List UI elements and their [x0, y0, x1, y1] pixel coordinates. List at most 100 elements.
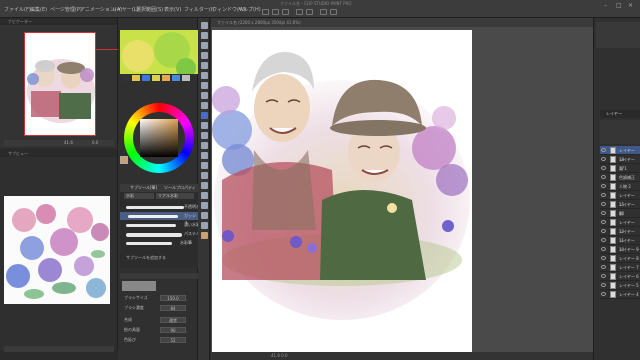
- menu-filter[interactable]: フィルター(I): [184, 6, 214, 13]
- text-tool-icon[interactable]: [201, 202, 208, 209]
- zoom-tool-icon[interactable]: [201, 22, 208, 29]
- color-swatch[interactable]: [172, 75, 180, 81]
- undo-icon[interactable]: [296, 9, 303, 15]
- auto-select-icon[interactable]: [201, 72, 208, 79]
- layer-row[interactable]: レイヤー 7: [600, 263, 640, 272]
- visibility-icon[interactable]: [601, 184, 606, 188]
- prop-brush-size[interactable]: ブラシサイズ 150.0: [120, 294, 198, 303]
- tab-subtool[interactable]: サブツール[筆]: [130, 184, 157, 192]
- brush-selected-row[interactable]: ガッシュ: [120, 212, 198, 224]
- pen-tool-icon[interactable]: [201, 92, 208, 99]
- visibility-icon[interactable]: [601, 283, 606, 287]
- menu-file[interactable]: ファイル(F): [4, 6, 31, 13]
- layer-move-icon[interactable]: [201, 52, 208, 59]
- save-icon[interactable]: [282, 9, 289, 15]
- visibility-icon[interactable]: [601, 247, 606, 251]
- visibility-icon[interactable]: [601, 166, 606, 170]
- prop-value[interactable]: 150.0: [160, 295, 186, 301]
- menu-page[interactable]: ページ管理(P): [50, 6, 82, 13]
- prop-value[interactable]: 52: [160, 337, 186, 343]
- move-tool-icon[interactable]: [201, 32, 208, 39]
- layer-row[interactable]: レイヤー 14: [600, 200, 640, 216]
- blend-tool-icon[interactable]: [201, 152, 208, 159]
- navigator-thumbnail[interactable]: [24, 32, 96, 136]
- layer-row[interactable]: レイヤー 9: [600, 245, 640, 254]
- canvas-tab[interactable]: ファイル名 (2200 x 2800px 350dpi 41.6%): [211, 18, 593, 27]
- brush-group-watercolor[interactable]: 水彩: [124, 193, 154, 199]
- visibility-icon[interactable]: [601, 238, 606, 242]
- layer-row[interactable]: レイヤー 10: [600, 236, 640, 252]
- balloon-icon[interactable]: [201, 212, 208, 219]
- visibility-icon[interactable]: [601, 220, 606, 224]
- prop-value[interactable]: 90: [160, 327, 186, 333]
- main-color-icon[interactable]: [201, 232, 208, 239]
- visibility-icon[interactable]: [601, 157, 606, 161]
- brush-tool-icon[interactable]: [201, 112, 208, 119]
- selection-tool-icon[interactable]: [201, 62, 208, 69]
- frame-tool-icon[interactable]: [201, 192, 208, 199]
- ruler-icon[interactable]: [201, 222, 208, 229]
- brush-preview[interactable]: [126, 242, 172, 245]
- main-color-chip[interactable]: [120, 156, 128, 164]
- decoration-icon[interactable]: [201, 132, 208, 139]
- color-swatch[interactable]: [152, 75, 160, 81]
- visibility-icon[interactable]: [601, 256, 606, 260]
- color-swatch[interactable]: [182, 75, 190, 81]
- minimize-icon[interactable]: –: [604, 2, 607, 9]
- add-subtool-button[interactable]: サブツールを追加する: [126, 254, 186, 261]
- operation-tool-icon[interactable]: [201, 42, 208, 49]
- layer-row[interactable]: 人物 2: [600, 182, 640, 191]
- pencil-tool-icon[interactable]: [201, 102, 208, 109]
- visibility-icon[interactable]: [601, 202, 606, 206]
- maximize-icon[interactable]: □: [616, 2, 622, 9]
- menu-view[interactable]: 表示(V): [164, 6, 181, 13]
- clear-icon[interactable]: [320, 9, 327, 15]
- visibility-icon[interactable]: [601, 265, 606, 269]
- layer-blend-controls[interactable]: [600, 120, 640, 144]
- visibility-icon[interactable]: [601, 274, 606, 278]
- color-swatch[interactable]: [122, 75, 130, 81]
- layer-row[interactable]: レイヤー 17: [600, 155, 640, 171]
- layer-row[interactable]: レイヤー 8: [600, 254, 640, 263]
- prop-color-stretch[interactable]: 色延び 52: [120, 336, 198, 345]
- redo-icon[interactable]: [306, 9, 313, 15]
- layer-row[interactable]: レイヤー 18: [600, 146, 640, 162]
- menu-help[interactable]: ヘルプ(H): [238, 6, 261, 13]
- brush-group-real-watercolor[interactable]: リアル水彩: [156, 193, 194, 199]
- prop-paint-amount[interactable]: 絵の具量 90: [120, 326, 198, 335]
- menu-edit[interactable]: 編集(E): [30, 6, 47, 13]
- eyedropper-icon[interactable]: [201, 82, 208, 89]
- layer-panel-header[interactable]: レイヤー: [600, 110, 640, 118]
- color-swatch[interactable]: [142, 75, 150, 81]
- layer-row[interactable]: レイヤー 4: [600, 290, 640, 299]
- visibility-icon[interactable]: [601, 148, 606, 152]
- new-file-icon[interactable]: [262, 9, 269, 15]
- layer-row[interactable]: レイヤー 11: [600, 227, 640, 243]
- navigator-tab[interactable]: ナビゲーター: [0, 18, 117, 25]
- visibility-icon[interactable]: [601, 292, 606, 296]
- brush-preview[interactable]: [126, 224, 176, 227]
- navigator-zoom-slider[interactable]: 41.6 0.0: [4, 140, 114, 146]
- subview-reference-image[interactable]: [4, 196, 110, 304]
- open-file-icon[interactable]: [272, 9, 279, 15]
- close-icon[interactable]: ×: [628, 2, 633, 9]
- layer-row[interactable]: 紙: [600, 209, 640, 218]
- color-swatch[interactable]: [162, 75, 170, 81]
- layer-row[interactable]: レイヤー 6: [600, 272, 640, 281]
- layer-row[interactable]: レイヤー 5: [600, 281, 640, 290]
- prop-value[interactable]: 84: [160, 305, 186, 311]
- menu-select[interactable]: 選択範囲(S): [136, 6, 163, 13]
- visibility-icon[interactable]: [601, 211, 606, 215]
- color-swatch[interactable]: [132, 75, 140, 81]
- layer-row[interactable]: 色調補正: [600, 173, 640, 182]
- brush-preview[interactable]: [126, 206, 184, 209]
- subview-tab[interactable]: サブビュー: [0, 150, 117, 157]
- color-palette-image[interactable]: [120, 30, 198, 74]
- figure-tool-icon[interactable]: [201, 182, 208, 189]
- visibility-icon[interactable]: [601, 229, 606, 233]
- tab-tool-property[interactable]: ツールプロパティ: [164, 184, 196, 192]
- transform-icon[interactable]: [330, 9, 337, 15]
- fill-tool-icon[interactable]: [201, 162, 208, 169]
- layer-row[interactable]: レイヤー 15: [600, 191, 640, 207]
- prop-brush-density[interactable]: ブラシ濃度 84: [120, 304, 198, 313]
